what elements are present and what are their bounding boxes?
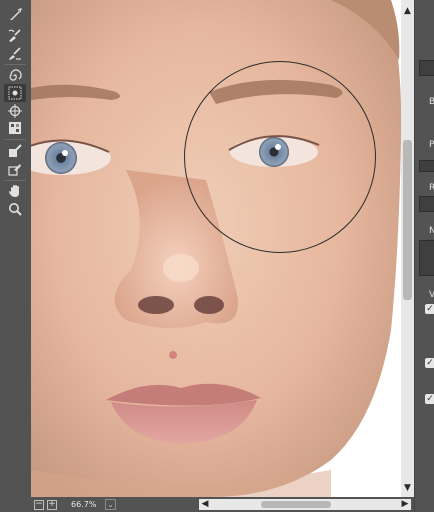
horizontal-scroll-thumb[interactable] (261, 501, 331, 508)
zoom-out-button[interactable]: − (34, 499, 44, 510)
panel-control[interactable] (419, 196, 434, 212)
freeze-mask-icon (9, 144, 22, 157)
twirl-clockwise-tool[interactable] (4, 67, 26, 85)
bloat-tool[interactable] (4, 102, 26, 120)
push-left-tool[interactable] (4, 119, 26, 137)
status-bar: − + 66.7% ⌄ ◀ ▶ (31, 497, 414, 512)
panel-label: R (429, 183, 434, 193)
panel-checkbox[interactable]: ✓ (425, 304, 434, 314)
panel-label: V (429, 290, 434, 300)
pucker-icon (8, 86, 22, 100)
panel-control[interactable] (419, 60, 434, 76)
smooth-brush-icon (9, 47, 21, 60)
twirl-icon (9, 69, 22, 81)
image-canvas[interactable] (31, 0, 401, 497)
zoom-dropdown-chevron-icon[interactable]: ⌄ (105, 499, 116, 510)
forward-warp-tool[interactable] (4, 6, 26, 24)
panel-control[interactable] (419, 160, 434, 172)
properties-panel: B Pr R N V ✓ ✓ ✓ (414, 0, 434, 512)
portrait-photo (31, 0, 401, 497)
zoom-level: 66.7% (71, 500, 97, 509)
freeze-mask-tool[interactable] (4, 142, 26, 160)
thaw-mask-icon (8, 164, 21, 176)
scroll-left-icon[interactable]: ◀ (199, 499, 211, 510)
toolbar-divider (4, 64, 26, 65)
reconstruct-tool[interactable] (4, 26, 26, 44)
panel-label: Pr (429, 140, 434, 150)
finger-warp-icon (10, 8, 22, 20)
hand-icon (9, 185, 19, 197)
zoom-tool[interactable] (4, 200, 26, 218)
panel-label: B (429, 97, 434, 107)
panel-label: N (429, 226, 434, 236)
pucker-tool[interactable] (4, 84, 26, 102)
hand-tool[interactable] (4, 182, 26, 200)
vertical-scroll-thumb[interactable] (403, 140, 412, 300)
zoom-in-button[interactable]: + (47, 499, 57, 510)
bloat-icon (8, 104, 22, 118)
panel-checkbox[interactable]: ✓ (425, 394, 434, 404)
vertical-scrollbar[interactable]: ▲ ▼ (401, 0, 414, 497)
scroll-down-icon[interactable]: ▼ (402, 481, 413, 495)
reconstruct-brush-icon (8, 29, 21, 42)
liquify-toolbar (0, 0, 30, 512)
scroll-up-icon[interactable]: ▲ (402, 4, 413, 18)
push-left-icon (9, 122, 21, 134)
panel-checkbox[interactable]: ✓ (425, 358, 434, 368)
zoom-icon (9, 203, 22, 216)
panel-control[interactable] (419, 240, 434, 276)
scroll-right-icon[interactable]: ▶ (399, 499, 411, 510)
smooth-tool[interactable] (4, 44, 26, 62)
toolbar-divider (4, 180, 26, 181)
thaw-mask-tool[interactable] (4, 160, 26, 178)
toolbar-divider (4, 139, 26, 140)
horizontal-scrollbar[interactable]: ◀ ▶ (199, 499, 411, 510)
